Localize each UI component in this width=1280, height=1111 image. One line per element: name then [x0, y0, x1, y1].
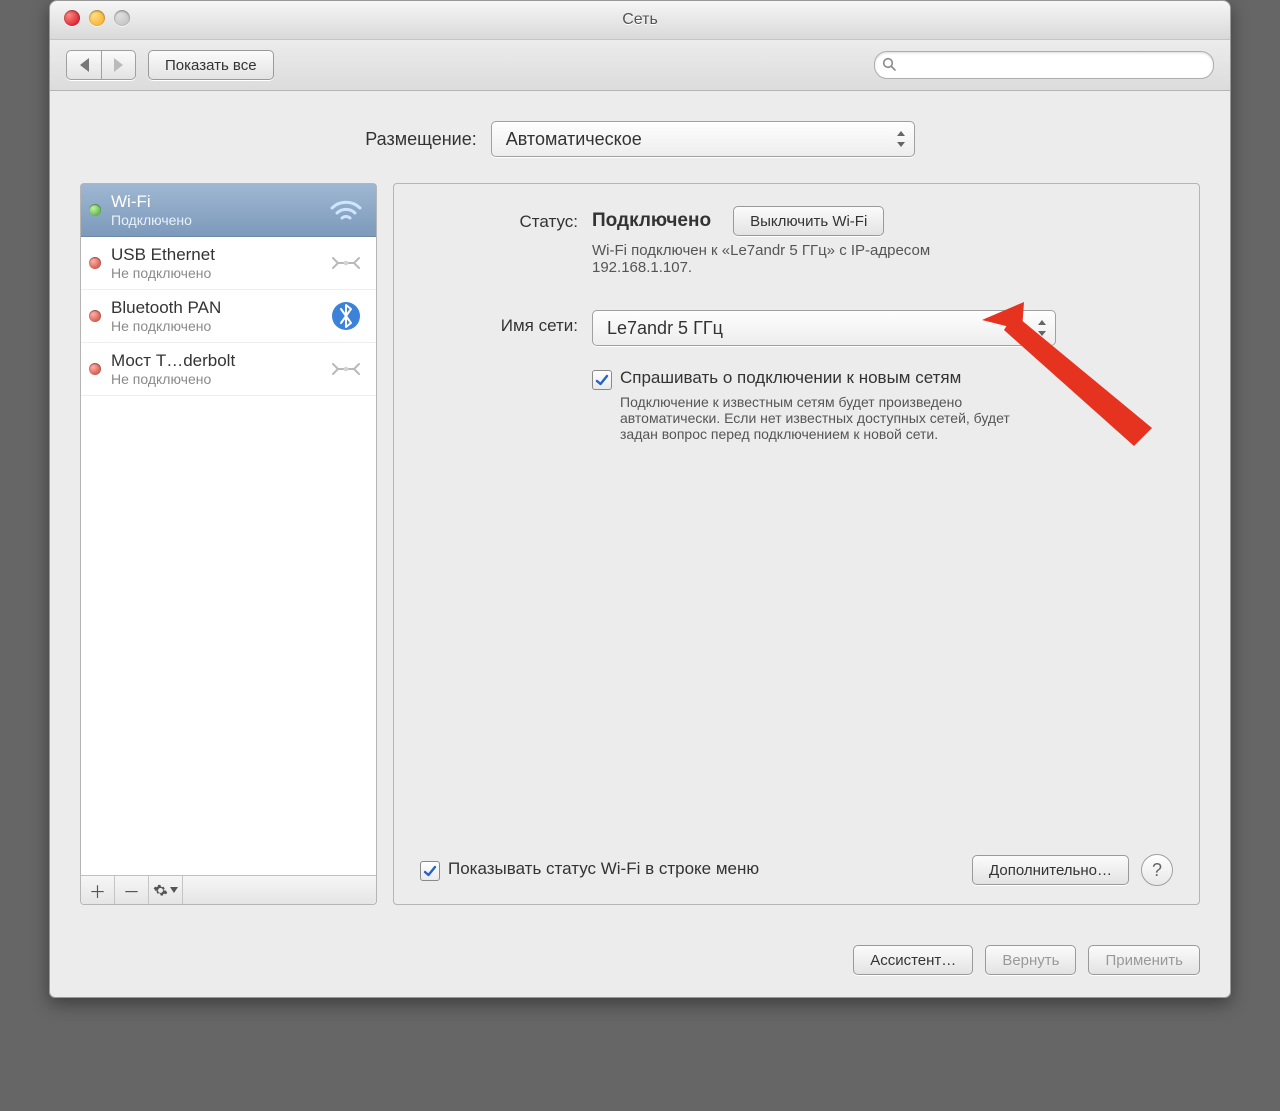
- show-menu-row: Показывать статус Wi-Fi в строке меню: [420, 859, 759, 881]
- minus-icon: －: [123, 878, 140, 903]
- status-label: Статус:: [420, 206, 578, 276]
- check-icon: [595, 373, 609, 387]
- location-label: Размещение:: [365, 129, 476, 150]
- search-input[interactable]: [874, 51, 1214, 79]
- add-service-button[interactable]: ＋: [81, 876, 115, 904]
- network-name-value: Le7andr 5 ГГц: [607, 318, 723, 339]
- revert-button[interactable]: Вернуть: [985, 945, 1076, 975]
- service-name: Мост T…derbolt: [111, 351, 316, 371]
- network-name-label: Имя сети:: [420, 310, 578, 442]
- service-item-wifi[interactable]: Wi-Fi Подключено: [81, 184, 376, 237]
- ask-join-label: Спрашивать о подключении к новым сетям: [620, 368, 1040, 388]
- footer: Ассистент… Вернуть Применить: [50, 927, 1230, 997]
- wifi-icon: [326, 198, 366, 222]
- titlebar: Сеть: [50, 1, 1230, 40]
- wifi-toggle-button[interactable]: Выключить Wi-Fi: [733, 206, 884, 236]
- help-button[interactable]: ?: [1141, 854, 1173, 886]
- apply-button[interactable]: Применить: [1088, 945, 1200, 975]
- detail-panel: Статус: Подключено Выключить Wi-Fi Wi-Fi…: [393, 183, 1200, 905]
- back-button[interactable]: [67, 51, 101, 79]
- service-name: Wi-Fi: [111, 192, 316, 212]
- toolbar: Показать все: [50, 40, 1230, 91]
- assistant-button[interactable]: Ассистент…: [853, 945, 973, 975]
- bluetooth-icon: [326, 301, 366, 331]
- ask-join-description: Подключение к известным сетям будет прои…: [620, 394, 1040, 442]
- ethernet-icon: [326, 252, 366, 274]
- show-menu-checkbox[interactable]: [420, 861, 440, 881]
- service-list-toolbar: ＋ －: [81, 875, 376, 904]
- status-dot-icon: [89, 310, 101, 322]
- service-sub: Не подключено: [111, 371, 316, 387]
- prefpane-body: Размещение: Автоматическое Wi-Fi Подключ…: [50, 91, 1230, 927]
- service-sub: Подключено: [111, 212, 316, 228]
- service-item-bluetooth-pan[interactable]: Bluetooth PAN Не подключено: [81, 290, 376, 343]
- preferences-window: Сеть Показать все Размещение: Автоматиче…: [49, 0, 1231, 998]
- chevron-right-icon: [114, 58, 123, 72]
- search-field[interactable]: [874, 51, 1214, 79]
- show-all-button[interactable]: Показать все: [148, 50, 274, 80]
- location-value: Автоматическое: [506, 129, 642, 150]
- service-item-thunderbolt-bridge[interactable]: Мост T…derbolt Не подключено: [81, 343, 376, 396]
- location-row: Размещение: Автоматическое: [80, 121, 1200, 157]
- service-name: Bluetooth PAN: [111, 298, 316, 318]
- forward-button[interactable]: [101, 51, 135, 79]
- show-menu-label: Показывать статус Wi-Fi в строке меню: [448, 859, 759, 879]
- help-icon: ?: [1152, 860, 1162, 881]
- network-name-popup[interactable]: Le7andr 5 ГГц: [592, 310, 1056, 346]
- status-dot-icon: [89, 204, 101, 216]
- nav-segment: [66, 50, 136, 80]
- status-dot-icon: [89, 257, 101, 269]
- plus-icon: ＋: [89, 878, 106, 903]
- service-name: USB Ethernet: [111, 245, 316, 265]
- remove-service-button[interactable]: －: [115, 876, 149, 904]
- service-sub: Не подключено: [111, 265, 316, 281]
- ask-join-row: Спрашивать о подключении к новым сетям П…: [592, 368, 1173, 442]
- status-dot-icon: [89, 363, 101, 375]
- service-action-button[interactable]: [149, 876, 183, 904]
- chevron-left-icon: [80, 58, 89, 72]
- chevron-down-icon: [170, 887, 178, 893]
- advanced-button[interactable]: Дополнительно…: [972, 855, 1129, 885]
- window-title: Сеть: [50, 1, 1230, 39]
- gear-icon: [153, 883, 178, 898]
- location-popup[interactable]: Автоматическое: [491, 121, 915, 157]
- service-list-scroll[interactable]: Wi-Fi Подключено USB Ethernet Не подключ…: [81, 184, 376, 875]
- ethernet-icon: [326, 358, 366, 380]
- search-icon: [882, 57, 897, 72]
- service-sub: Не подключено: [111, 318, 316, 334]
- chevron-updown-icon: [1037, 320, 1047, 336]
- service-item-usb-ethernet[interactable]: USB Ethernet Не подключено: [81, 237, 376, 290]
- status-value: Подключено: [592, 210, 711, 232]
- ask-join-checkbox[interactable]: [592, 370, 612, 390]
- chevron-updown-icon: [896, 131, 906, 147]
- check-icon: [423, 864, 437, 878]
- status-description: Wi-Fi подключен к «Le7andr 5 ГГц» с IP-а…: [592, 242, 1012, 276]
- service-list: Wi-Fi Подключено USB Ethernet Не подключ…: [80, 183, 377, 905]
